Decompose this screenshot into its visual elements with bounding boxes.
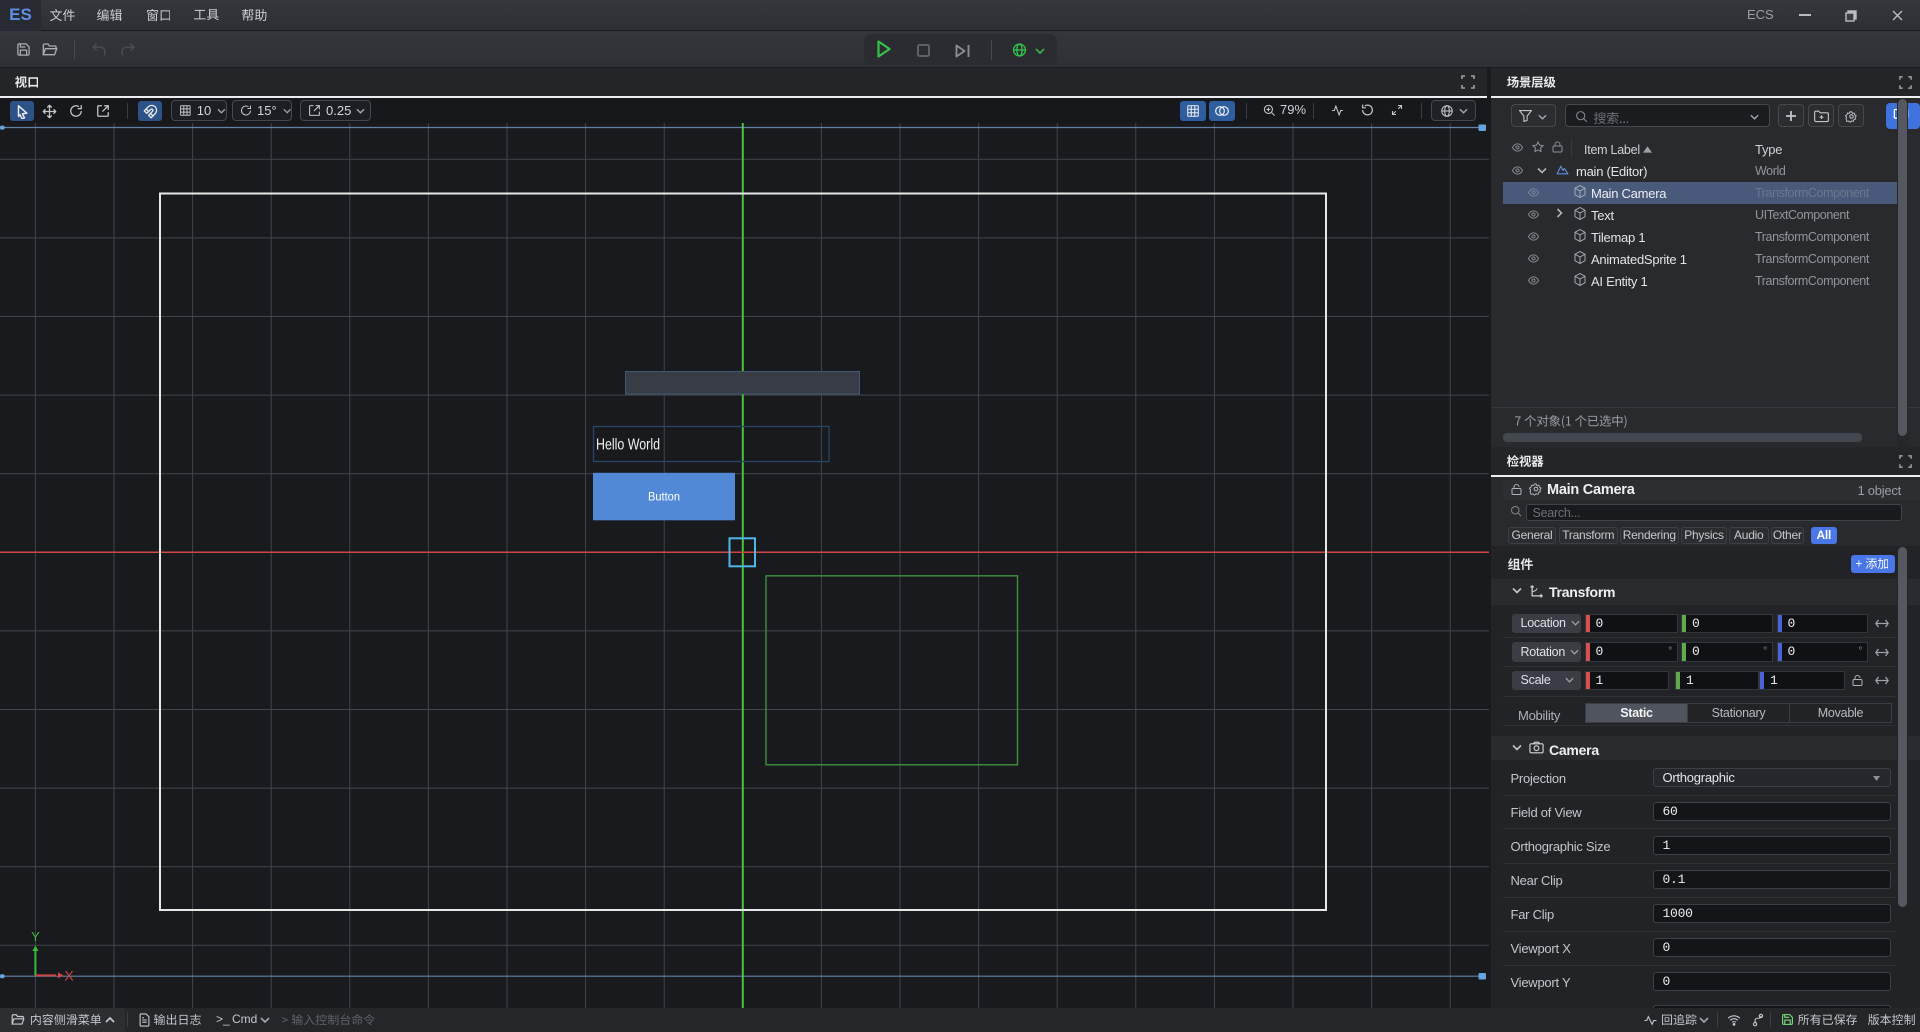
svg-text:Button: Button (648, 492, 680, 504)
svg-text:Hello World: Hello World (596, 437, 660, 454)
svg-text:X: X (64, 968, 74, 984)
svg-text:Y: Y (31, 929, 40, 944)
